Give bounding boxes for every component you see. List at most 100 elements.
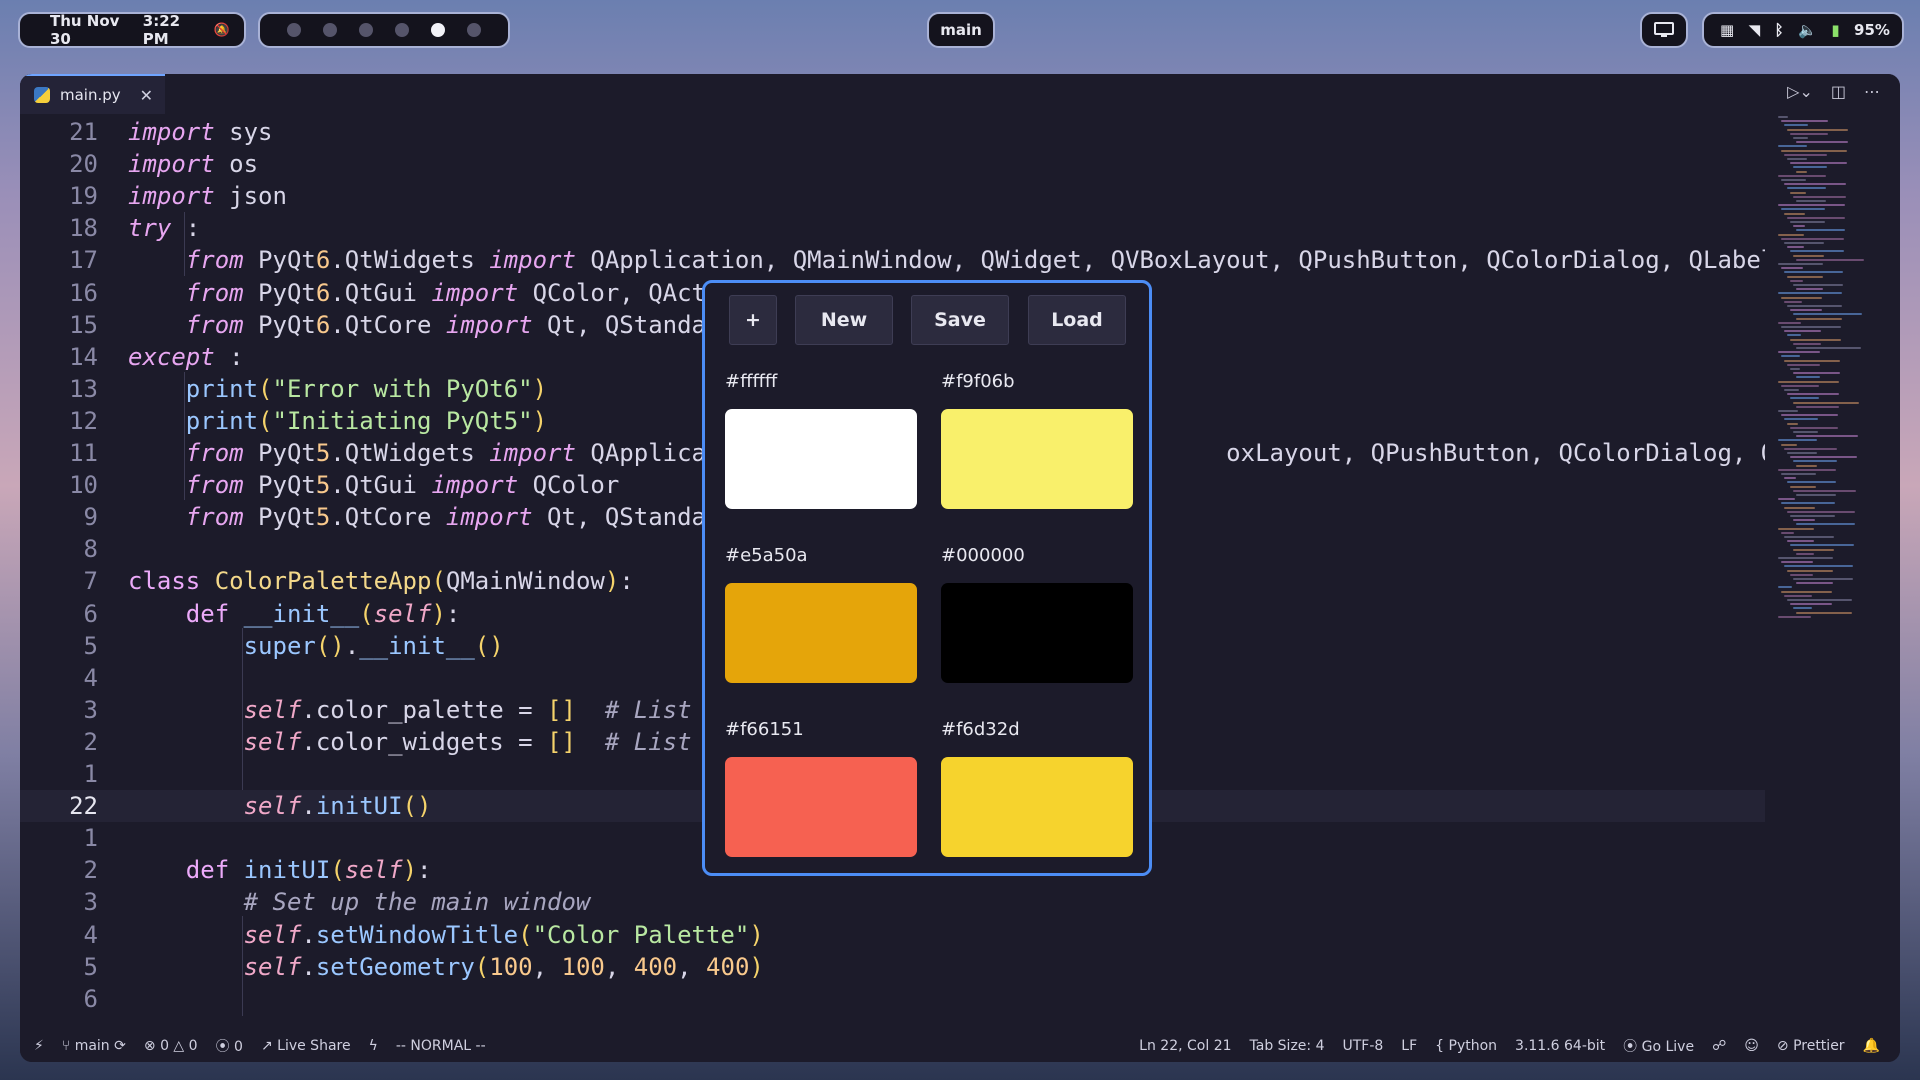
minimap-line (1784, 271, 1843, 274)
minimap-line (1784, 506, 1815, 509)
minimap-line (1787, 452, 1817, 454)
minimap-line (1781, 296, 1822, 299)
clock-widget[interactable]: Thu Nov 30 3:22 PM 🔕 (18, 12, 246, 48)
minimap-line (1796, 494, 1836, 496)
copilot-icon[interactable]: ☺ (1744, 1038, 1759, 1054)
line-text: super().__init__() (243, 631, 504, 660)
minimap-line (1781, 208, 1825, 211)
remote-icon[interactable]: ⚡ (34, 1038, 44, 1054)
workspace-dot-6[interactable] (467, 23, 481, 37)
minimap-line (1796, 229, 1845, 232)
time-text: 3:22 PM (142, 12, 181, 48)
minimap-line (1778, 468, 1836, 471)
line-text: print("Initiating PyQt5") (185, 406, 548, 435)
window-title-text: main (940, 21, 982, 39)
color-swatch[interactable] (941, 583, 1133, 683)
minimap-line (1784, 153, 1827, 156)
color-swatch[interactable] (941, 757, 1133, 857)
go-live-button[interactable]: ⦿ Go Live (1623, 1036, 1694, 1056)
line-number: 4 (83, 663, 98, 692)
swatch-label: #000000 (941, 545, 1025, 566)
problems-status[interactable]: ⊗ 0 △ 0 (144, 1038, 198, 1054)
workspace-dot-4[interactable] (395, 23, 409, 37)
color-swatch[interactable] (725, 757, 917, 857)
code-line[interactable]: 5 self.setGeometry(100, 100, 400, 400) (20, 951, 1765, 983)
notifications-icon[interactable]: 🔔 (1863, 1038, 1880, 1054)
prettier-status[interactable]: ⊘ Prettier (1777, 1038, 1845, 1054)
minimap-line (1784, 183, 1846, 186)
line-text: class ColorPaletteApp(QMainWindow): (128, 567, 634, 596)
minimap-line (1781, 443, 1797, 446)
color-swatch[interactable] (725, 583, 917, 683)
interpreter[interactable]: 3.11.6 64-bit (1515, 1038, 1605, 1054)
add-color-button[interactable]: + (729, 295, 777, 345)
close-tab-icon[interactable]: ✕ (140, 86, 153, 105)
cursor-position[interactable]: Ln 22, Col 21 (1139, 1038, 1231, 1054)
ports-status[interactable]: ⦿ 0 (216, 1036, 243, 1056)
minimap-line (1778, 321, 1801, 324)
color-swatch[interactable] (725, 409, 917, 509)
minimap-line (1778, 410, 1798, 412)
line-number: 9 (83, 503, 98, 532)
minimap-line (1793, 489, 1856, 492)
split-editor-icon[interactable]: ◫ (1831, 82, 1846, 101)
tab-size[interactable]: Tab Size: 4 (1250, 1038, 1325, 1054)
volume-icon[interactable]: 🔈 (1798, 21, 1817, 39)
language-mode[interactable]: { Python (1435, 1038, 1497, 1054)
minimap-line (1796, 523, 1855, 526)
branch-status[interactable]: ⑂ main ⟳ (62, 1038, 126, 1054)
more-actions-icon[interactable]: ⋯ (1864, 82, 1880, 101)
workspace-switcher (258, 12, 510, 48)
minimap[interactable] (1772, 116, 1890, 636)
warning-count: 0 (188, 1038, 198, 1054)
code-line[interactable]: 3 # Set up the main window (20, 886, 1765, 918)
code-line[interactable]: 18 try : (20, 212, 1765, 244)
minimap-line (1787, 481, 1836, 484)
line-text: self.color_widgets = [] # List (243, 727, 692, 756)
workspace-dot-5-active[interactable] (431, 23, 445, 37)
grid-icon[interactable]: ▦ (1720, 21, 1734, 39)
minimap-line (1793, 195, 1846, 198)
line-number: 1 (83, 760, 98, 788)
workspace-dot-2[interactable] (323, 23, 337, 37)
minimap-line (1787, 393, 1839, 396)
bluetooth-icon[interactable]: ᛒ (1775, 21, 1784, 39)
minimap-line (1790, 426, 1838, 429)
line-number: 3 (83, 695, 98, 724)
code-line[interactable]: 19 import json (20, 180, 1765, 212)
minimap-line (1784, 389, 1799, 391)
workspace-dot-1[interactable] (287, 23, 301, 37)
minimap-line (1784, 536, 1834, 538)
new-button[interactable]: New (795, 295, 893, 345)
minimap-line (1793, 431, 1818, 433)
lightning-icon[interactable]: ϟ (369, 1038, 378, 1054)
window-title-pill[interactable]: main (927, 12, 995, 48)
code-line[interactable]: 20 import os (20, 148, 1765, 180)
battery-icon: ▮ (1831, 21, 1840, 39)
swatch-label: #f66151 (725, 719, 804, 740)
display-button[interactable] (1640, 12, 1688, 48)
minimap-line (1790, 368, 1800, 370)
code-line[interactable]: 6 (20, 983, 1765, 1015)
feedback-icon[interactable]: ☍ (1712, 1038, 1726, 1054)
encoding[interactable]: UTF-8 (1342, 1038, 1383, 1054)
live-share-status[interactable]: ↗ Live Share (261, 1038, 351, 1054)
minimap-line (1778, 263, 1823, 265)
code-line[interactable]: 4 self.setWindowTitle("Color Palette") (20, 919, 1765, 951)
color-swatch[interactable] (941, 409, 1133, 509)
line-number: 11 (69, 439, 98, 467)
wifi-icon[interactable]: ◥ (1749, 21, 1761, 39)
save-button[interactable]: Save (911, 295, 1009, 345)
line-ending[interactable]: LF (1401, 1038, 1417, 1054)
minimap-line (1790, 132, 1828, 135)
bell-off-icon[interactable]: 🔕 (214, 23, 230, 38)
code-line[interactable]: 17 from PyQt6.QtWidgets import QApplicat… (20, 244, 1765, 276)
workspace-dot-3[interactable] (359, 23, 373, 37)
load-button[interactable]: Load (1028, 295, 1126, 345)
code-line[interactable]: 21 import sys (20, 116, 1765, 148)
line-number: 12 (69, 406, 98, 435)
system-tray[interactable]: ▦ ◥ ᛒ 🔈 ▮ 95% (1702, 12, 1904, 48)
tab-main-py[interactable]: main.py ✕ (20, 74, 165, 114)
run-icon[interactable]: ▷⌄ (1787, 82, 1813, 101)
line-number: 20 (69, 150, 98, 179)
